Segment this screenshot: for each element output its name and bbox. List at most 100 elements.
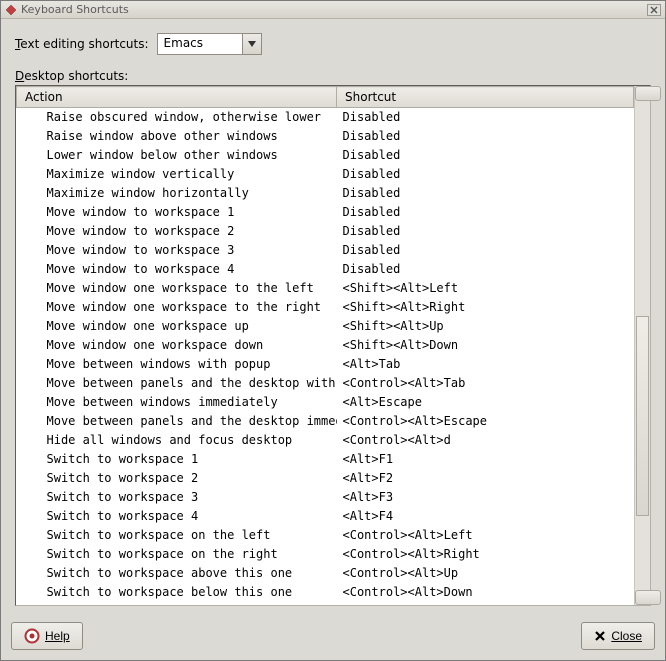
chevron-down-icon (248, 41, 256, 47)
cell-action: Move window to workspace 3 (17, 241, 337, 260)
table-row[interactable]: Move between panels and the desktop imme… (17, 412, 634, 431)
table-row[interactable]: Switch to workspace 1<Alt>F1 (17, 450, 634, 469)
help-button[interactable]: Help (11, 622, 83, 650)
vertical-scrollbar[interactable] (634, 86, 650, 605)
cell-action: Move between windows immediately (17, 393, 337, 412)
scroll-down-button[interactable] (635, 590, 661, 605)
table-row[interactable]: Switch to workspace 3<Alt>F3 (17, 488, 634, 507)
cell-shortcut: <Control><Alt>d (337, 431, 634, 450)
table-row[interactable]: Move window to workspace 1Disabled (17, 203, 634, 222)
table-row[interactable]: Maximize window horizontallyDisabled (17, 184, 634, 203)
cell-action: Move window one workspace to the left (17, 279, 337, 298)
desktop-shortcuts-label: Desktop shortcuts: (15, 69, 651, 83)
cell-action: Lower window below other windows (17, 146, 337, 165)
titlebar-close-button[interactable] (647, 4, 661, 16)
table-row[interactable]: Move between windows with popup<Alt>Tab (17, 355, 634, 374)
cell-shortcut: Disabled (337, 222, 634, 241)
cell-shortcut: Disabled (337, 165, 634, 184)
cell-shortcut: Disabled (337, 127, 634, 146)
column-header-action[interactable]: Action (17, 87, 337, 108)
cell-shortcut: Disabled (337, 184, 634, 203)
cell-action: Switch to workspace 2 (17, 469, 337, 488)
table-row[interactable]: Move window to workspace 3Disabled (17, 241, 634, 260)
cell-shortcut: <Alt>F3 (337, 488, 634, 507)
shortcuts-table: Action Shortcut Raise obscured window, o… (16, 86, 634, 602)
cell-shortcut: <Control><Alt>Left (337, 526, 634, 545)
table-row[interactable]: Switch to workspace above this one<Contr… (17, 564, 634, 583)
cell-action: Switch to workspace 1 (17, 450, 337, 469)
cell-action: Move window to workspace 4 (17, 260, 337, 279)
cell-action: Switch to workspace on the left (17, 526, 337, 545)
cell-action: Move between windows with popup (17, 355, 337, 374)
cell-shortcut: Disabled (337, 108, 634, 127)
table-row[interactable]: Switch to workspace on the left<Control>… (17, 526, 634, 545)
cell-action: Move between panels and the desktop imme… (17, 412, 337, 431)
scroll-up-button[interactable] (635, 86, 661, 101)
table-row[interactable]: Move between panels and the desktop with… (17, 374, 634, 393)
cell-action: Move window one workspace to the right (17, 298, 337, 317)
table-row[interactable]: Raise obscured window, otherwise lowerDi… (17, 108, 634, 127)
table-row[interactable]: Switch to workspace on the right<Control… (17, 545, 634, 564)
cell-shortcut: Disabled (337, 241, 634, 260)
cell-action: Move between panels and the desktop with… (17, 374, 337, 393)
app-icon (5, 4, 17, 16)
close-button[interactable]: Close (581, 622, 655, 650)
shortcuts-table-scroll[interactable]: Action Shortcut Raise obscured window, o… (16, 86, 634, 605)
table-row[interactable]: Switch to workspace below this one<Contr… (17, 583, 634, 602)
text-editing-value[interactable]: Emacs (157, 33, 242, 55)
table-row[interactable]: Lower window below other windowsDisabled (17, 146, 634, 165)
cell-action: Switch to workspace below this one (17, 583, 337, 602)
cell-shortcut: <Alt>Tab (337, 355, 634, 374)
footer: Help Close (1, 614, 665, 660)
column-header-shortcut[interactable]: Shortcut (337, 87, 634, 108)
cell-action: Move window one workspace up (17, 317, 337, 336)
cell-shortcut: <Control><Alt>Down (337, 583, 634, 602)
cell-action: Raise obscured window, otherwise lower (17, 108, 337, 127)
table-row[interactable]: Move window one workspace up<Shift><Alt>… (17, 317, 634, 336)
table-row[interactable]: Move window one workspace to the left<Sh… (17, 279, 634, 298)
scrollbar-thumb[interactable] (636, 316, 649, 516)
table-row[interactable]: Switch to workspace 2<Alt>F2 (17, 469, 634, 488)
window-title: Keyboard Shortcuts (21, 3, 129, 16)
table-row[interactable]: Move window one workspace down<Shift><Al… (17, 336, 634, 355)
cell-action: Raise window above other windows (17, 127, 337, 146)
text-editing-row: Text editing shortcuts: Emacs (15, 33, 651, 55)
close-icon (650, 6, 658, 14)
cell-shortcut: <Shift><Alt>Down (337, 336, 634, 355)
cell-shortcut: <Control><Alt>Up (337, 564, 634, 583)
cell-shortcut: <Shift><Alt>Right (337, 298, 634, 317)
cell-shortcut: <Control><Alt>Right (337, 545, 634, 564)
cell-shortcut: <Control><Alt>Tab (337, 374, 634, 393)
cell-action: Hide all windows and focus desktop (17, 431, 337, 450)
table-row[interactable]: Maximize window verticallyDisabled (17, 165, 634, 184)
table-row[interactable]: Move between windows immediately<Alt>Esc… (17, 393, 634, 412)
cell-shortcut: Disabled (337, 146, 634, 165)
table-row[interactable]: Raise window above other windowsDisabled (17, 127, 634, 146)
cell-shortcut: Disabled (337, 203, 634, 222)
close-x-icon (594, 630, 606, 642)
cell-action: Move window to workspace 2 (17, 222, 337, 241)
dropdown-button[interactable] (242, 33, 262, 55)
cell-action: Switch to workspace 3 (17, 488, 337, 507)
table-row[interactable]: Move window one workspace to the right<S… (17, 298, 634, 317)
cell-shortcut: <Alt>F1 (337, 450, 634, 469)
table-row[interactable]: Switch to workspace 4<Alt>F4 (17, 507, 634, 526)
close-label: Close (611, 629, 642, 643)
titlebar[interactable]: Keyboard Shortcuts (1, 1, 665, 19)
cell-action: Move window to workspace 1 (17, 203, 337, 222)
shortcuts-table-frame: Action Shortcut Raise obscured window, o… (15, 85, 651, 606)
text-editing-label: Text editing shortcuts: (15, 37, 149, 51)
cell-shortcut: <Control><Alt>Escape (337, 412, 634, 431)
table-row[interactable]: Hide all windows and focus desktop<Contr… (17, 431, 634, 450)
cell-action: Maximize window vertically (17, 165, 337, 184)
cell-shortcut: <Alt>F4 (337, 507, 634, 526)
cell-shortcut: <Alt>Escape (337, 393, 634, 412)
table-row[interactable]: Move window to workspace 4Disabled (17, 260, 634, 279)
cell-action: Switch to workspace above this one (17, 564, 337, 583)
cell-action: Switch to workspace on the right (17, 545, 337, 564)
content-area: Text editing shortcuts: Emacs Desktop sh… (1, 19, 665, 614)
text-editing-select[interactable]: Emacs (157, 33, 262, 55)
cell-action: Move window one workspace down (17, 336, 337, 355)
window: Keyboard Shortcuts Text editing shortcut… (0, 0, 666, 661)
table-row[interactable]: Move window to workspace 2Disabled (17, 222, 634, 241)
